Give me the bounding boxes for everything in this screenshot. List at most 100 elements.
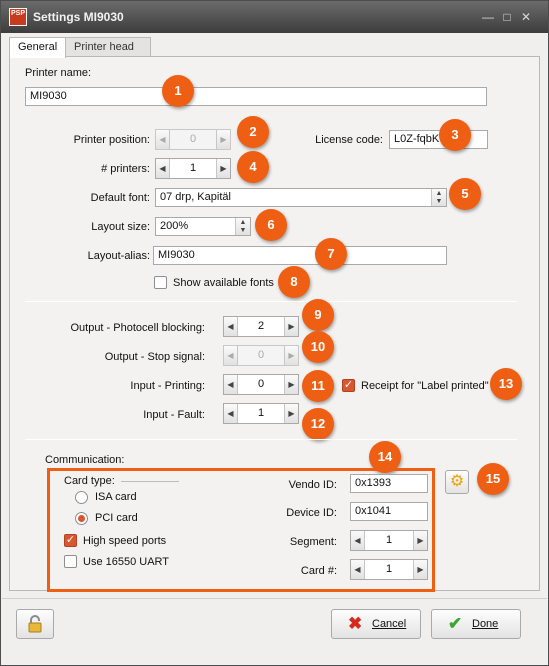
minimize-icon[interactable]: — — [480, 9, 496, 25]
num-printers-spinner[interactable]: ◀ 1 ▶ — [155, 158, 231, 179]
printing-spinner[interactable]: ◀ 0 ▶ — [223, 374, 299, 395]
uart-label: Use 16550 UART — [83, 556, 170, 568]
photocell-value: 2 — [257, 320, 265, 332]
num-printers-value: 1 — [189, 162, 197, 174]
decrement-icon[interactable]: ◀ — [156, 159, 170, 178]
settings-window: PSP Settings MI9030 — □ ✕ General Printe… — [0, 0, 549, 666]
layout-size-value: 200% — [160, 220, 189, 232]
fault-value: 1 — [257, 407, 265, 419]
lock-button[interactable] — [16, 609, 54, 639]
printer-name-label: Printer name: — [25, 67, 92, 79]
show-fonts-checkbox[interactable] — [154, 276, 167, 289]
red-x-icon: ✖ — [348, 614, 363, 633]
printing-value: 0 — [257, 378, 265, 390]
high-speed-checkbox[interactable]: ✓ — [64, 534, 77, 547]
pci-card-label: PCI card — [95, 512, 138, 524]
increment-icon[interactable]: ▶ — [216, 130, 230, 149]
increment-icon[interactable]: ▶ — [284, 346, 298, 365]
tab-general[interactable]: General — [9, 37, 67, 58]
combo-arrows-icon[interactable]: ▲ ▼ — [431, 189, 446, 206]
callout-15: 15 — [477, 463, 509, 495]
pci-card-radio[interactable] — [75, 512, 88, 525]
divider — [25, 439, 517, 440]
segment-spinner[interactable]: ◀ 1 ▶ — [350, 530, 428, 551]
printer-position-value: 0 — [189, 133, 197, 145]
callout-1: 1 — [162, 75, 194, 107]
combo-arrows-icon[interactable]: ▲ ▼ — [235, 218, 250, 235]
green-check-icon: ✔ — [448, 614, 463, 633]
stop-signal-label: Output - Stop signal: — [104, 351, 205, 363]
receipt-label: Receipt for "Label printed" — [361, 380, 489, 392]
maximize-icon[interactable]: □ — [499, 9, 515, 25]
license-code-label: License code: — [315, 134, 383, 146]
card-type-groupline — [121, 481, 179, 482]
card-num-spinner[interactable]: ◀ 1 ▶ — [350, 559, 428, 580]
layout-size-select[interactable]: 200% ▲ ▼ — [155, 217, 251, 236]
done-button[interactable]: ✔ Done — [431, 609, 521, 639]
decrement-icon[interactable]: ◀ — [224, 375, 238, 394]
app-icon: PSP — [9, 8, 27, 26]
photocell-label: Output - Photocell blocking: — [70, 322, 205, 334]
decrement-icon[interactable]: ◀ — [351, 531, 365, 550]
callout-12: 12 — [302, 408, 334, 440]
callout-7: 7 — [315, 238, 347, 270]
fault-label: Input - Fault: — [143, 409, 205, 421]
increment-icon[interactable]: ▶ — [413, 560, 427, 579]
layout-alias-input[interactable]: MI9030 — [153, 246, 447, 265]
cancel-button[interactable]: ✖ Cancel — [331, 609, 421, 639]
window-title: Settings MI9030 — [33, 10, 124, 24]
callout-2: 2 — [237, 116, 269, 148]
callout-8: 8 — [278, 266, 310, 298]
gear-icon: ⚙ — [449, 473, 465, 490]
stop-signal-spinner[interactable]: ◀ 0 ▶ — [223, 345, 299, 366]
callout-9: 9 — [302, 299, 334, 331]
callout-3: 3 — [439, 119, 471, 151]
increment-icon[interactable]: ▶ — [216, 159, 230, 178]
printer-position-label: Printer position: — [73, 134, 150, 146]
decrement-icon[interactable]: ◀ — [224, 404, 238, 423]
isa-card-label: ISA card — [95, 491, 137, 503]
tab-printer-head[interactable]: Printer head — [65, 37, 151, 57]
vendo-id-label: Vendo ID: — [288, 479, 337, 491]
printer-position-spinner[interactable]: ◀ 0 ▶ — [155, 129, 231, 150]
decrement-icon[interactable]: ◀ — [224, 346, 238, 365]
default-font-value: 07 drp, Kapitäl — [160, 191, 231, 203]
vendo-id-input[interactable]: 0x1393 — [350, 474, 428, 493]
card-num-label: Card #: — [300, 565, 337, 577]
cancel-label: Cancel — [372, 618, 407, 630]
printing-label: Input - Printing: — [130, 380, 205, 392]
high-speed-label: High speed ports — [83, 535, 167, 547]
increment-icon[interactable]: ▶ — [284, 404, 298, 423]
uart-checkbox[interactable] — [64, 555, 77, 568]
decrement-icon[interactable]: ◀ — [224, 317, 238, 336]
printer-name-input[interactable]: MI9030 — [25, 87, 487, 106]
communication-label: Communication: — [45, 454, 125, 466]
increment-icon[interactable]: ▶ — [284, 317, 298, 336]
device-id-label: Device ID: — [286, 507, 337, 519]
segment-label: Segment: — [289, 536, 337, 548]
layout-alias-label: Layout-alias: — [87, 250, 150, 262]
callout-11: 11 — [302, 370, 334, 402]
close-icon[interactable]: ✕ — [518, 9, 534, 25]
segment-value: 1 — [385, 534, 393, 546]
settings-gear-button[interactable]: ⚙ — [445, 470, 469, 494]
card-type-label: Card type: — [64, 475, 115, 487]
increment-icon[interactable]: ▶ — [413, 531, 427, 550]
decrement-icon[interactable]: ◀ — [156, 130, 170, 149]
stop-signal-value: 0 — [257, 349, 265, 361]
show-fonts-label: Show available fonts — [173, 277, 274, 289]
receipt-checkbox[interactable]: ✓ — [342, 379, 355, 392]
photocell-spinner[interactable]: ◀ 2 ▶ — [223, 316, 299, 337]
increment-icon[interactable]: ▶ — [284, 375, 298, 394]
card-num-value: 1 — [385, 563, 393, 575]
callout-10: 10 — [302, 331, 334, 363]
decrement-icon[interactable]: ◀ — [351, 560, 365, 579]
device-id-input[interactable]: 0x1041 — [350, 502, 428, 521]
num-printers-label: # printers: — [101, 163, 150, 175]
default-font-select[interactable]: 07 drp, Kapitäl ▲ ▼ — [155, 188, 447, 207]
isa-card-radio[interactable] — [75, 491, 88, 504]
fault-spinner[interactable]: ◀ 1 ▶ — [223, 403, 299, 424]
callout-6: 6 — [255, 209, 287, 241]
default-font-label: Default font: — [90, 192, 150, 204]
lock-icon — [28, 615, 42, 633]
